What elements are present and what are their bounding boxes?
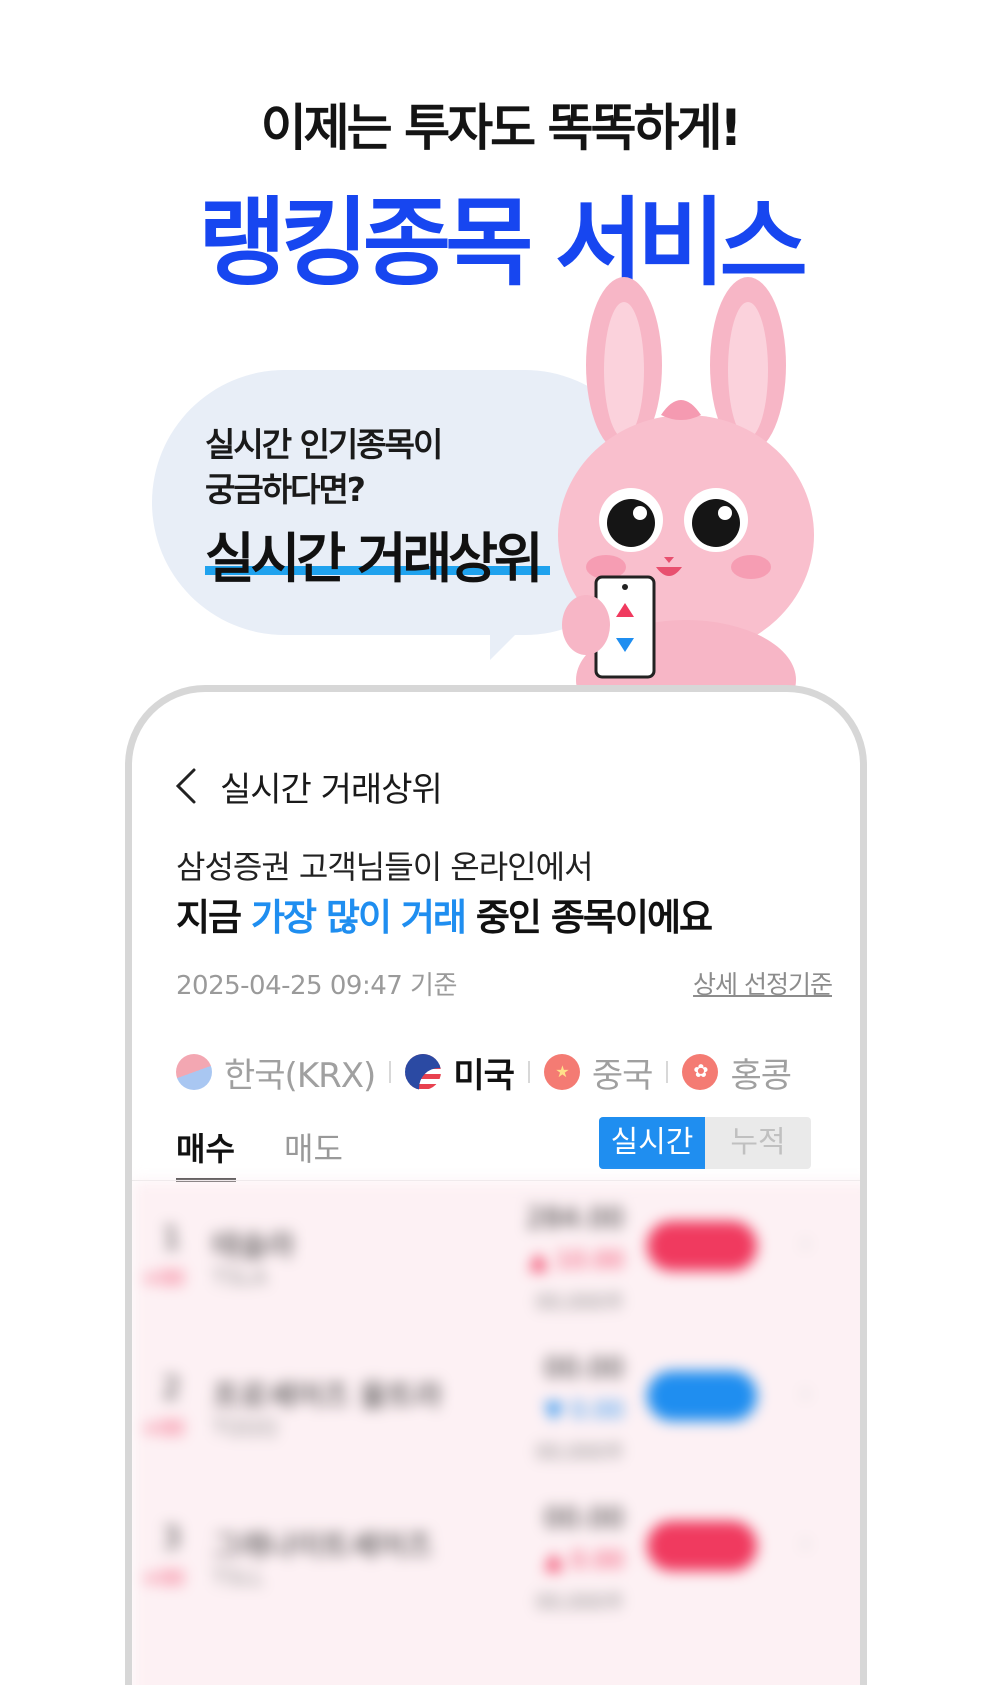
stock-price: 00.00 [543,1501,624,1534]
tab-sell[interactable]: 매도 [284,1124,343,1170]
usa-flag-icon [405,1054,442,1090]
market-label-usa: 미국 [453,1055,515,1096]
separator [666,1061,669,1083]
description-line1: 삼성증권 고객님들이 온라인에서 [176,848,594,886]
trade-button[interactable] [647,1371,757,1421]
phone-frame: 실시간 거래상위 삼성증권 고객님들이 온라인에서 지금 가장 많이 거래 중인… [125,685,867,1685]
price-change: ▲ 0.00 [544,1546,624,1574]
data-timestamp: 2025-04-25 09:47 기준 [176,971,457,1001]
rank-change: +00 [142,1566,185,1590]
market-label-china: 중국 [591,1055,654,1096]
description-highlight: 가장 많이 거래 [250,896,467,939]
rank-number: 2 [162,1371,182,1406]
toggle-realtime[interactable]: 실시간 [599,1117,705,1169]
trade-volume: 00,000주 [535,1290,624,1314]
screen-title: 실시간 거래상위 [220,770,443,810]
market-tab-korea[interactable]: 한국(KRX) [176,1048,376,1097]
ranking-list: 1 +00 테슬라 TSLA 284.00 ▲ 10.00 00,000주 › … [132,1181,860,1685]
bunny-mascot-icon [558,277,814,695]
description-line2: 지금 가장 많이 거래 중인 종목이에요 [176,887,713,941]
back-arrow-icon[interactable] [172,766,200,806]
market-label-korea: 한국(KRX) [224,1055,376,1096]
speech-bubble-tail [490,590,560,660]
table-row[interactable]: 3 +00 그래나이트셰어즈 TSLL 00.00 ▲ 0.00 00,000주… [132,1481,860,1621]
hongkong-flag-icon: ✿ [682,1054,719,1090]
description-text-a: 지금 [176,896,251,939]
chevron-right-icon: › [800,1376,812,1409]
stock-ticker: TQQQ [212,1416,278,1441]
stock-price: 284.00 [526,1201,624,1234]
price-change: ▲ 10.00 [529,1246,624,1274]
rank-change: +00 [142,1416,185,1440]
china-flag-icon: ★ [543,1054,580,1090]
table-row[interactable]: 2 +00 프로셰어즈 울트라 TQQQ 00.00 ▼ 0.00 00,000… [132,1331,860,1471]
period-toggle: 실시간 누적 [599,1117,811,1169]
korea-flag-icon [176,1054,212,1090]
table-row[interactable]: 1 +00 테슬라 TSLA 284.00 ▲ 10.00 00,000주 › [132,1181,860,1321]
market-tab-usa[interactable]: 미국 [405,1048,515,1097]
market-selector: 한국(KRX) 미국 ★ 중국 ✿ 홍콩 [176,1042,816,1102]
stock-price: 00.00 [543,1351,624,1384]
separator [389,1061,392,1083]
separator [527,1061,530,1083]
stock-name: 테슬라 [212,1229,295,1264]
trade-button[interactable] [647,1221,757,1271]
rank-change: +00 [142,1266,185,1290]
toggle-cumulative[interactable]: 누적 [705,1117,811,1169]
bubble-question-line2: 궁금하다면? [205,470,366,509]
rank-number: 3 [162,1521,182,1556]
selection-criteria-link[interactable]: 상세 선정기준 [693,965,833,1001]
market-tab-china[interactable]: ★ 중국 [543,1048,654,1097]
price-change: ▼ 0.00 [544,1396,624,1424]
chevron-right-icon: › [800,1526,812,1559]
chevron-right-icon: › [800,1226,812,1259]
trade-volume: 00,000주 [535,1440,624,1464]
stock-ticker: TSLA [212,1266,268,1291]
stock-name: 그래나이트셰어즈 [212,1529,433,1564]
bubble-question-line1: 실시간 인기종목이 [205,425,443,464]
tab-buy[interactable]: 매수 [176,1124,235,1170]
headline: 이제는 투자도 똑똑하게! [260,99,743,157]
market-label-hongkong: 홍콩 [730,1055,792,1096]
bubble-answer: 실시간 거래상위 [205,527,544,590]
description-text-b: 중인 종목이에요 [464,896,713,939]
rank-number: 1 [162,1221,182,1256]
market-tab-hongkong[interactable]: ✿ 홍콩 [682,1048,792,1097]
stock-name: 프로셰어즈 울트라 [212,1379,443,1414]
trade-volume: 00,000주 [535,1590,624,1614]
trade-button[interactable] [647,1521,757,1571]
stock-ticker: TSLL [212,1566,264,1591]
